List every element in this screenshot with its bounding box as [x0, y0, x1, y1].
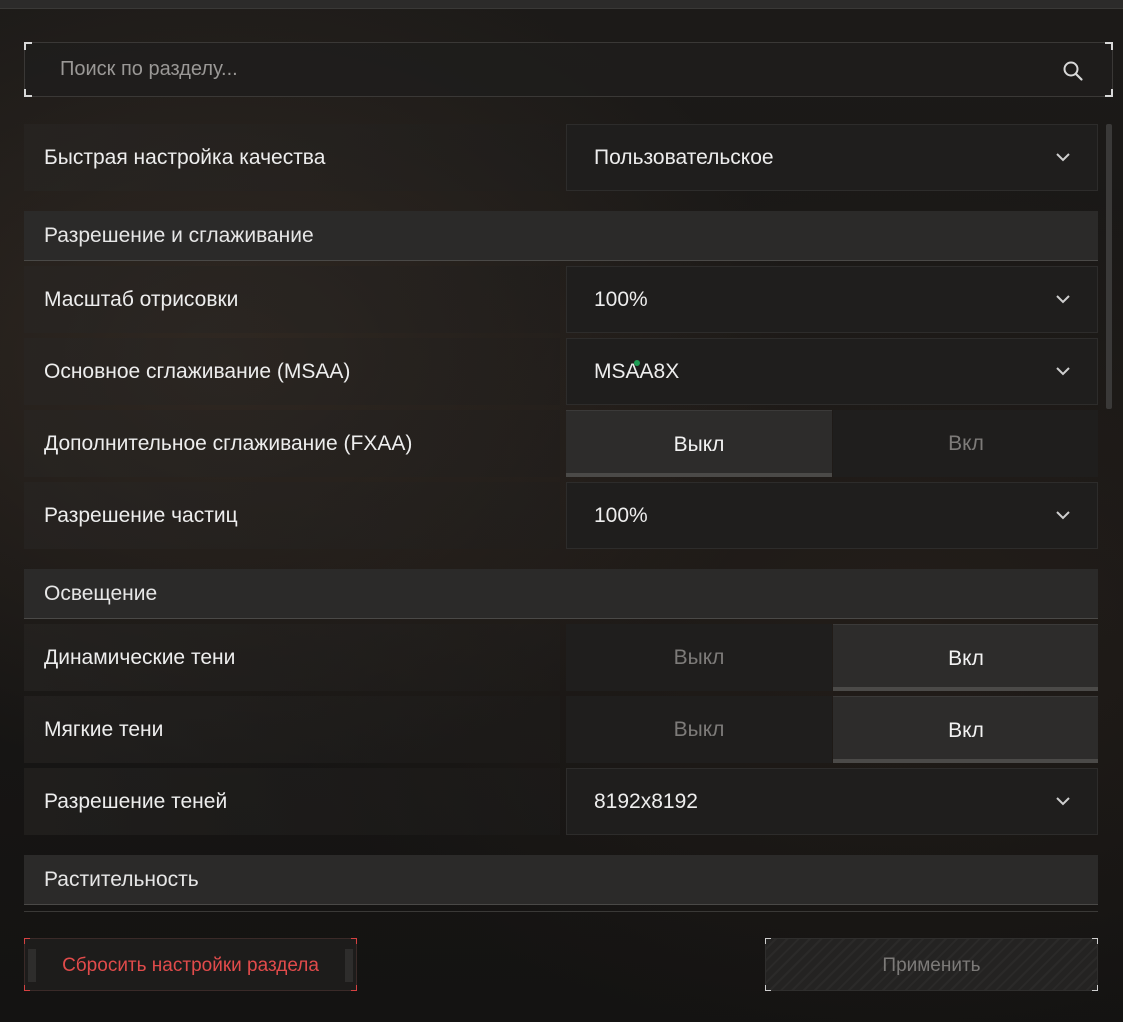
shadow-resolution-dropdown[interactable]: 8192x8192	[566, 768, 1098, 835]
search-box[interactable]	[24, 42, 1113, 97]
search-icon[interactable]	[1062, 60, 1084, 82]
dropdown-value: Пользовательское	[594, 146, 774, 169]
corner-decoration	[24, 985, 30, 991]
dropdown-value: 100%	[594, 288, 648, 311]
msaa-dropdown[interactable]: MSAA8X	[566, 338, 1098, 405]
scrollbar-thumb[interactable]	[1106, 124, 1112, 409]
chevron-down-icon	[1056, 153, 1070, 162]
quick-quality-dropdown[interactable]: Пользовательское	[566, 124, 1098, 191]
button-side-accent	[28, 949, 36, 982]
section-header-resolution: Разрешение и сглаживание	[24, 211, 1098, 261]
setting-label: Разрешение частиц	[24, 482, 560, 549]
apply-button-label: Применить	[882, 955, 981, 976]
reset-section-button[interactable]: Сбросить настройки раздела	[24, 938, 357, 991]
setting-label: Дополнительное сглаживание (FXAA)	[24, 410, 560, 477]
dropdown-value: 8192x8192	[594, 790, 698, 813]
window-top-bar	[0, 0, 1123, 9]
status-dot	[634, 360, 640, 366]
section-header-lighting: Освещение	[24, 569, 1098, 619]
corner-decoration	[765, 985, 771, 991]
corner-decoration	[1092, 938, 1098, 944]
section-header-vegetation: Растительность	[24, 855, 1098, 905]
soft-shadows-on-toggle[interactable]: Вкл	[833, 696, 1098, 763]
fxaa-off-toggle[interactable]: Выкл	[566, 410, 832, 477]
corner-decoration	[1092, 985, 1098, 991]
setting-label: Мягкие тени	[24, 696, 560, 763]
search-input[interactable]	[25, 43, 1112, 96]
setting-row-soft-shadows: Мягкие тени Выкл Вкл	[24, 696, 1098, 763]
setting-label: Быстрая настройка качества	[24, 124, 560, 191]
chevron-down-icon	[1056, 367, 1070, 376]
dynamic-shadows-off-toggle[interactable]: Выкл	[566, 624, 832, 691]
dropdown-value: 100%	[594, 504, 648, 527]
reset-button-label: Сбросить настройки раздела	[62, 955, 319, 976]
apply-button[interactable]: Применить	[765, 938, 1098, 991]
setting-row-shadow-resolution: Разрешение теней 8192x8192	[24, 768, 1098, 835]
setting-label: Разрешение теней	[24, 768, 560, 835]
corner-decoration	[765, 938, 771, 944]
chevron-down-icon	[1056, 295, 1070, 304]
setting-row-render-scale: Масштаб отрисовки 100%	[24, 266, 1098, 333]
corner-decoration	[24, 938, 30, 944]
dynamic-shadows-on-toggle[interactable]: Вкл	[833, 624, 1098, 691]
setting-label: Масштаб отрисовки	[24, 266, 560, 333]
setting-row-dynamic-shadows: Динамические тени Выкл Вкл	[24, 624, 1098, 691]
corner-decoration	[351, 938, 357, 944]
button-side-accent	[345, 949, 353, 982]
particle-resolution-dropdown[interactable]: 100%	[566, 482, 1098, 549]
setting-row-msaa: Основное сглаживание (MSAA) MSAA8X	[24, 338, 1098, 405]
soft-shadows-off-toggle[interactable]: Выкл	[566, 696, 832, 763]
setting-row-quick-quality: Быстрая настройка качества Пользовательс…	[24, 124, 1098, 191]
render-scale-dropdown[interactable]: 100%	[566, 266, 1098, 333]
chevron-down-icon	[1056, 511, 1070, 520]
setting-row-particle-resolution: Разрешение частиц 100%	[24, 482, 1098, 549]
setting-label: Основное сглаживание (MSAA)	[24, 338, 560, 405]
settings-list: Быстрая настройка качества Пользовательс…	[24, 124, 1098, 910]
fxaa-on-toggle[interactable]: Вкл	[833, 410, 1098, 477]
setting-row-fxaa: Дополнительное сглаживание (FXAA) Выкл В…	[24, 410, 1098, 477]
footer-divider	[24, 911, 1098, 912]
corner-decoration	[351, 985, 357, 991]
setting-label: Динамические тени	[24, 624, 560, 691]
chevron-down-icon	[1056, 797, 1070, 806]
